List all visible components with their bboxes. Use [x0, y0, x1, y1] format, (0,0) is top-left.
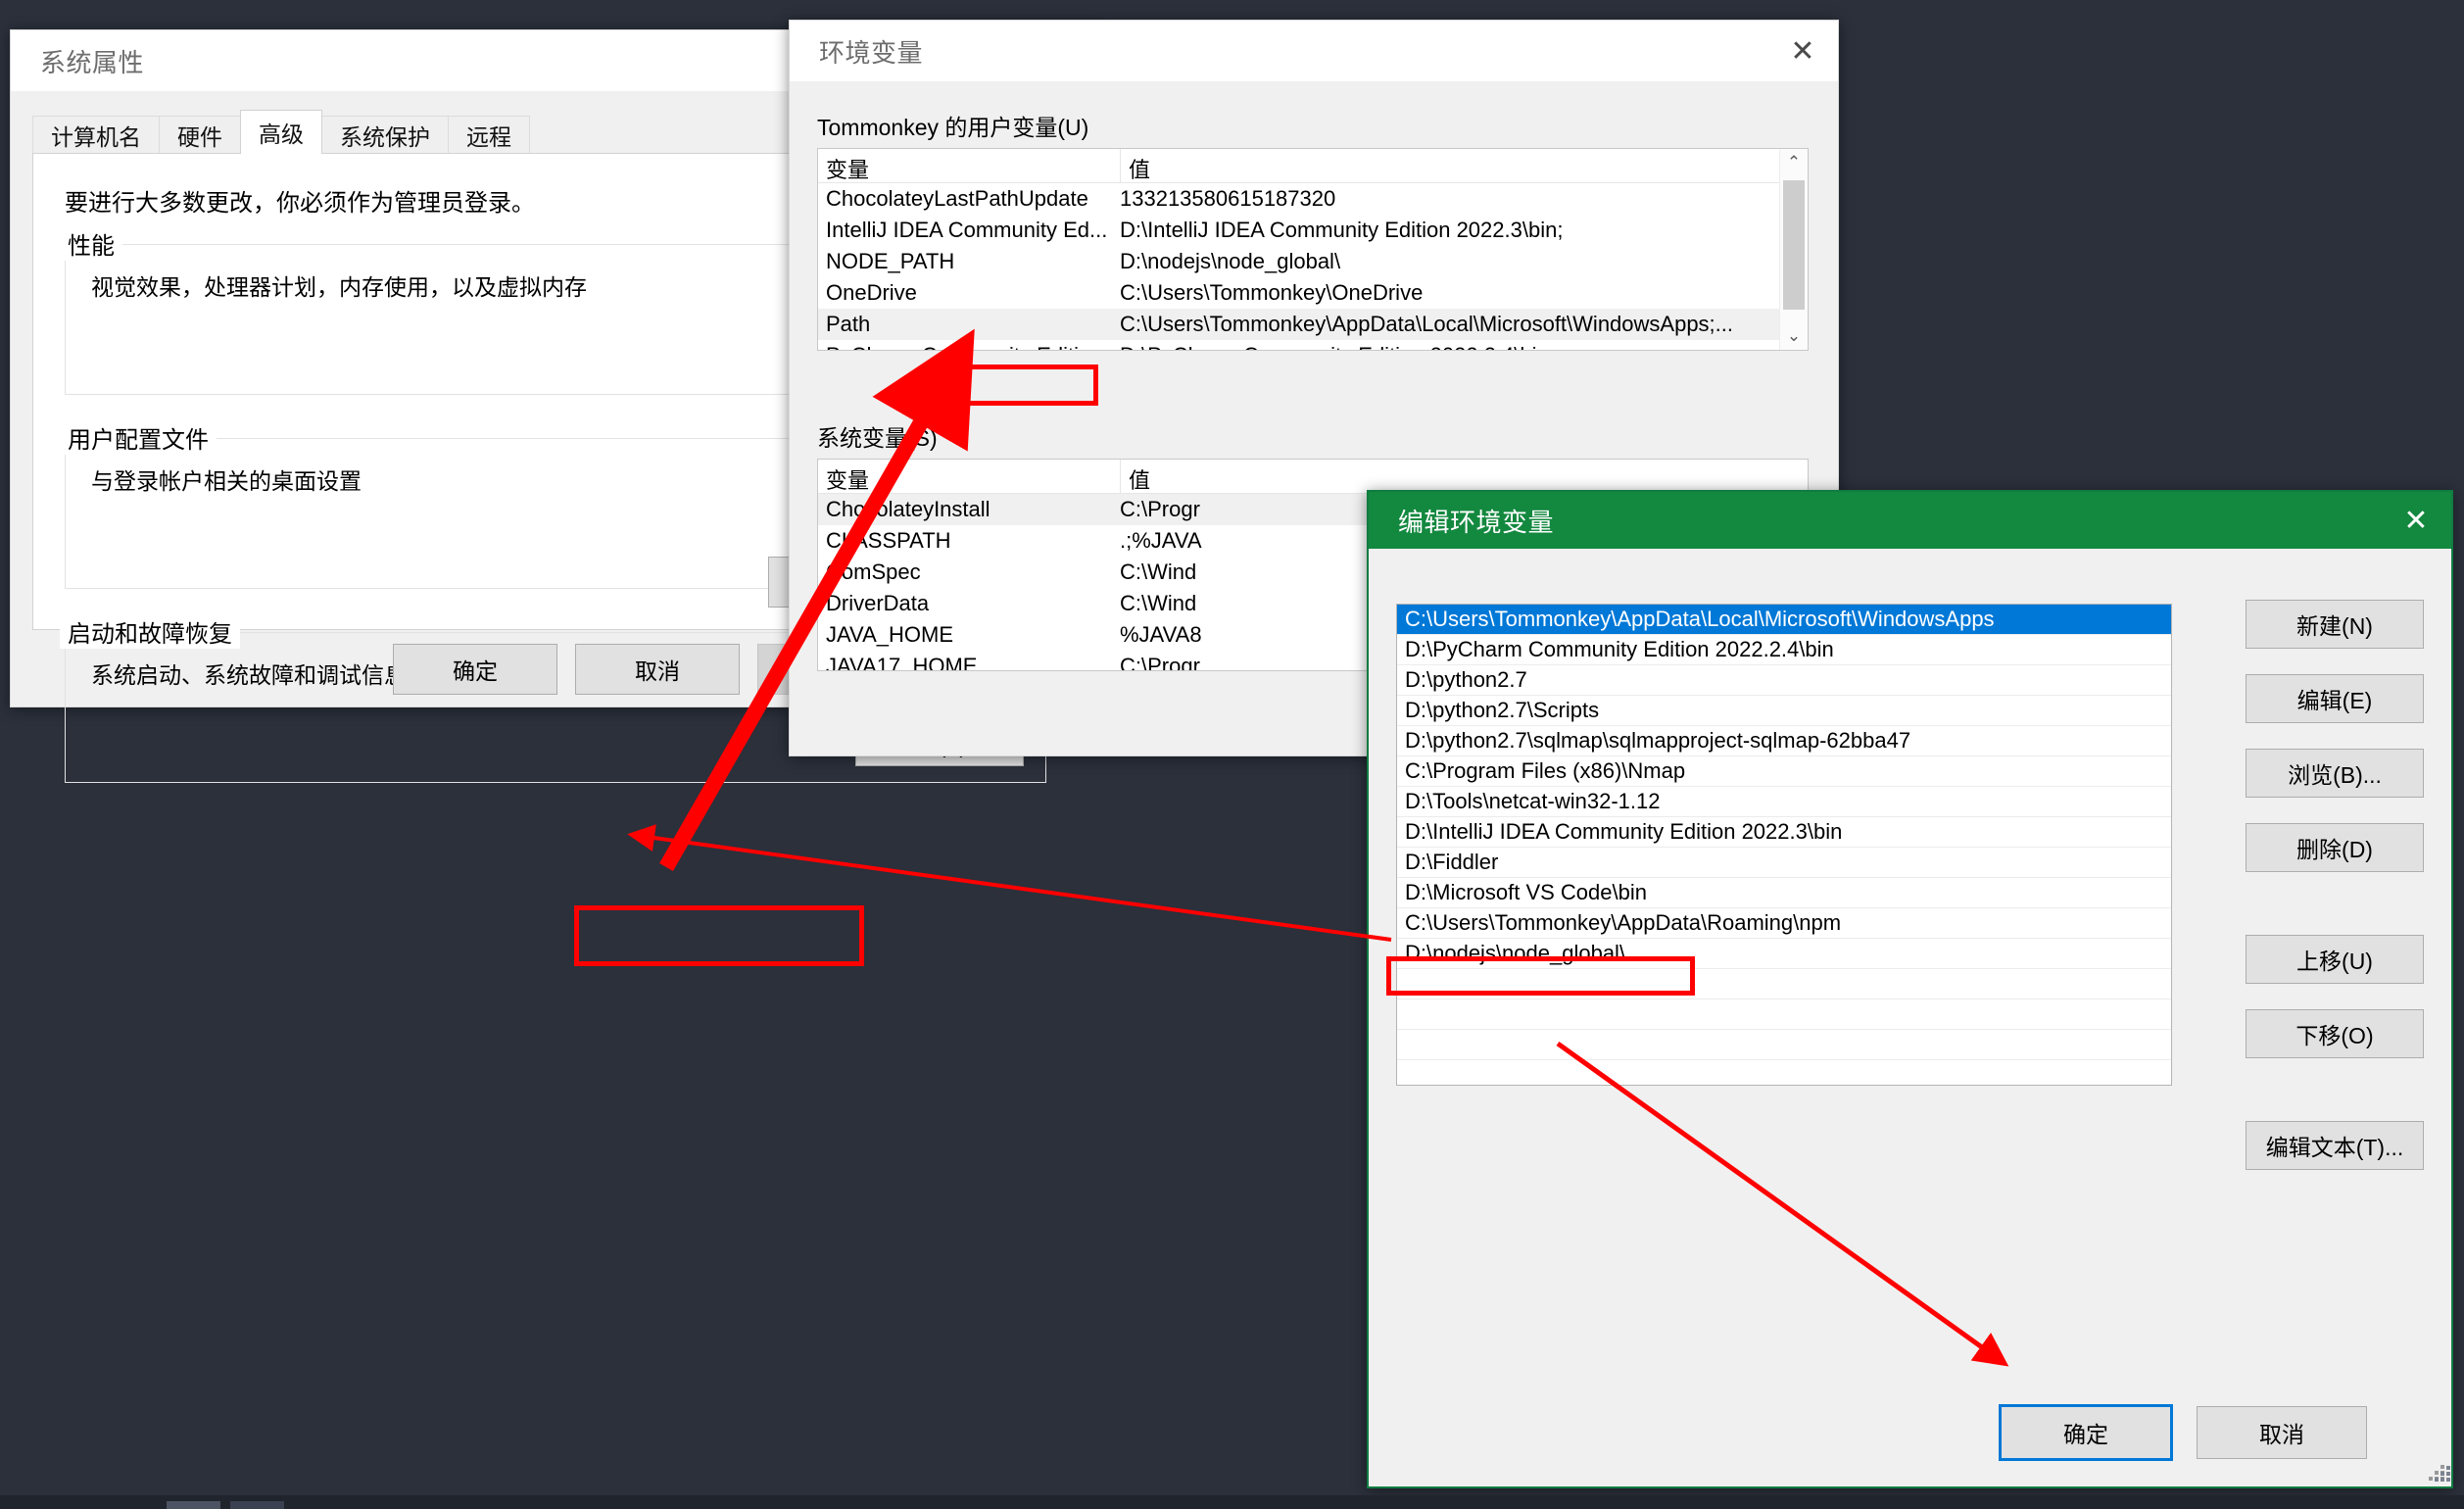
- variable-value: 133213580615187320: [1120, 186, 1336, 211]
- table-row[interactable]: IntelliJ IDEA Community Ed... D:\Intelli…: [818, 215, 1808, 246]
- edit-env-cancel-button[interactable]: 取消: [2197, 1406, 2367, 1459]
- list-item[interactable]: D:\Microsoft VS Code\bin: [1397, 878, 2171, 908]
- variable-name: JAVA_HOME: [826, 622, 953, 647]
- variable-name: ChocolateyLastPathUpdate: [826, 186, 1088, 211]
- move-up-button[interactable]: 上移(U): [2246, 935, 2424, 984]
- desktop-resize-dots-icon: [2435, 1466, 2452, 1484]
- list-item[interactable]: C:\Program Files (x86)\Nmap: [1397, 756, 2171, 787]
- edit-env-ok-button[interactable]: 确定: [1999, 1404, 2173, 1461]
- system-variables-column-name: 变量: [818, 460, 1121, 493]
- environment-variables-title-bar: 环境变量 ✕: [790, 21, 1838, 81]
- variable-name: Path: [826, 312, 871, 336]
- scrollbar-thumb[interactable]: [1783, 180, 1805, 310]
- variable-name: JAVA17_HOME: [826, 654, 978, 671]
- arrow-temp-to-node-global: [627, 824, 1392, 942]
- edit-env-title-bar: 编辑环境变量 ✕: [1369, 492, 2451, 549]
- performance-description: 视觉效果，处理器计划，内存使用，以及虚拟内存: [91, 274, 587, 300]
- system-variables-column-value: 值: [1129, 468, 1151, 493]
- path-entries-list[interactable]: C:\Users\Tommonkey\AppData\Local\Microso…: [1396, 604, 2172, 1086]
- list-item[interactable]: D:\Fiddler: [1397, 848, 2171, 878]
- table-row[interactable]: ChocolateyLastPathUpdate 133213580615187…: [818, 183, 1808, 215]
- variable-name: NODE_PATH: [826, 249, 955, 273]
- variable-value: C:\Users\Tommonkey\OneDrive: [1120, 280, 1424, 305]
- admin-note: 要进行大多数更改，你必须作为管理员登录。: [65, 190, 535, 217]
- tab-advanced[interactable]: 高级: [240, 110, 322, 154]
- list-item-node-global[interactable]: D:\nodejs\node_global\: [1397, 939, 2171, 969]
- environment-variables-title: 环境变量: [819, 37, 924, 68]
- system-properties-ok-button[interactable]: 确定: [393, 644, 557, 695]
- user-variables-column-value: 值: [1129, 158, 1151, 182]
- system-properties-title: 系统属性: [40, 47, 145, 77]
- list-item[interactable]: C:\Users\Tommonkey\AppData\Local\Microso…: [1397, 605, 2171, 635]
- system-properties-cancel-button[interactable]: 取消: [575, 644, 740, 695]
- list-item-blank[interactable]: [1397, 1030, 2171, 1060]
- variable-name: PyCharm Community Edition: [818, 343, 1112, 350]
- table-row[interactable]: PyCharm Community Edition D:\PyCharm Com…: [818, 340, 1808, 350]
- edit-button[interactable]: 编辑(E): [2246, 674, 2424, 723]
- variable-value: C:\Users\Tommonkey\AppData\Local\Microso…: [1120, 312, 1734, 336]
- variable-name: CLASSPATH: [826, 528, 951, 553]
- variable-name: OneDrive: [826, 280, 917, 305]
- variable-value: D:\nodejs\node_global\: [1120, 249, 1341, 273]
- edit-env-body: C:\Users\Tommonkey\AppData\Local\Microso…: [1369, 549, 2451, 1486]
- scroll-up-icon[interactable]: ⌃: [1780, 149, 1808, 176]
- edit-env-title: 编辑环境变量: [1398, 507, 1555, 537]
- taskbar-strip: [0, 1495, 2464, 1509]
- variable-name: ComSpec: [826, 560, 921, 584]
- delete-button[interactable]: 删除(D): [2246, 823, 2424, 872]
- system-variables-header-row: 变量 值: [818, 460, 1808, 494]
- edit-text-button[interactable]: 编辑文本(T)...: [2246, 1121, 2424, 1170]
- system-variables-label: 系统变量(S): [817, 425, 938, 451]
- new-button[interactable]: 新建(N): [2246, 600, 2424, 649]
- tab-computer-name[interactable]: 计算机名: [32, 116, 160, 154]
- scroll-down-icon[interactable]: ⌄: [1780, 322, 1808, 350]
- variable-value: D:\PyCharm Community Edition 2022.2.4\bi…: [1112, 343, 1808, 350]
- list-item[interactable]: D:\python2.7: [1397, 665, 2171, 696]
- browse-button[interactable]: 浏览(B)...: [2246, 749, 2424, 798]
- tab-hardware[interactable]: 硬件: [159, 116, 241, 154]
- close-icon[interactable]: ✕: [2381, 490, 2451, 551]
- list-item-blank[interactable]: [1397, 999, 2171, 1030]
- list-item[interactable]: D:\python2.7\Scripts: [1397, 696, 2171, 726]
- tab-system-protection[interactable]: 系统保护: [321, 116, 449, 154]
- user-variables-scrollbar[interactable]: ⌃ ⌄: [1779, 149, 1808, 350]
- list-item[interactable]: D:\PyCharm Community Edition 2022.2.4\bi…: [1397, 635, 2171, 665]
- list-item[interactable]: D:\Tools\netcat-win32-1.12: [1397, 787, 2171, 817]
- user-variables-header-row: 变量 值: [818, 149, 1808, 183]
- list-item-blank[interactable]: [1397, 1060, 2171, 1085]
- variable-name: DriverData: [826, 591, 930, 615]
- taskbar-item-b[interactable]: [230, 1501, 284, 1509]
- table-row[interactable]: OneDrive C:\Users\Tommonkey\OneDrive: [818, 277, 1808, 309]
- list-item[interactable]: C:\Users\Tommonkey\AppData\Roaming\npm: [1397, 908, 2171, 939]
- edit-environment-variable-dialog: 编辑环境变量 ✕ C:\Users\Tommonkey\AppData\Loca…: [1367, 490, 2453, 1488]
- taskbar-item-a[interactable]: [167, 1501, 220, 1509]
- performance-group-legend: 性能: [60, 226, 122, 261]
- close-icon[interactable]: ✕: [1767, 21, 1838, 81]
- list-item[interactable]: D:\python2.7\sqlmap\sqlmapproject-sqlmap…: [1397, 726, 2171, 756]
- tab-remote[interactable]: 远程: [448, 116, 530, 154]
- table-row-path[interactable]: Path C:\Users\Tommonkey\AppData\Local\Mi…: [818, 309, 1808, 340]
- list-item-blank[interactable]: [1397, 969, 2171, 999]
- user-variables-label: Tommonkey 的用户变量(U): [817, 115, 1089, 140]
- variable-name: ChocolateyInstall: [826, 497, 990, 521]
- env-button-highlight: [574, 905, 864, 966]
- move-down-button[interactable]: 下移(O): [2246, 1009, 2424, 1058]
- user-variables-table[interactable]: 变量 值 ChocolateyLastPathUpdate 1332135806…: [817, 148, 1809, 351]
- list-item[interactable]: D:\IntelliJ IDEA Community Edition 2022.…: [1397, 817, 2171, 848]
- user-profiles-description: 与登录帐户相关的桌面设置: [91, 468, 362, 494]
- variable-value: D:\IntelliJ IDEA Community Edition 2022.…: [1120, 218, 1564, 242]
- table-row[interactable]: NODE_PATH D:\nodejs\node_global\: [818, 246, 1808, 277]
- variable-name: IntelliJ IDEA Community Ed...: [826, 218, 1108, 242]
- user-variables-column-name: 变量: [818, 149, 1121, 182]
- user-profiles-group-legend: 用户配置文件: [60, 420, 217, 455]
